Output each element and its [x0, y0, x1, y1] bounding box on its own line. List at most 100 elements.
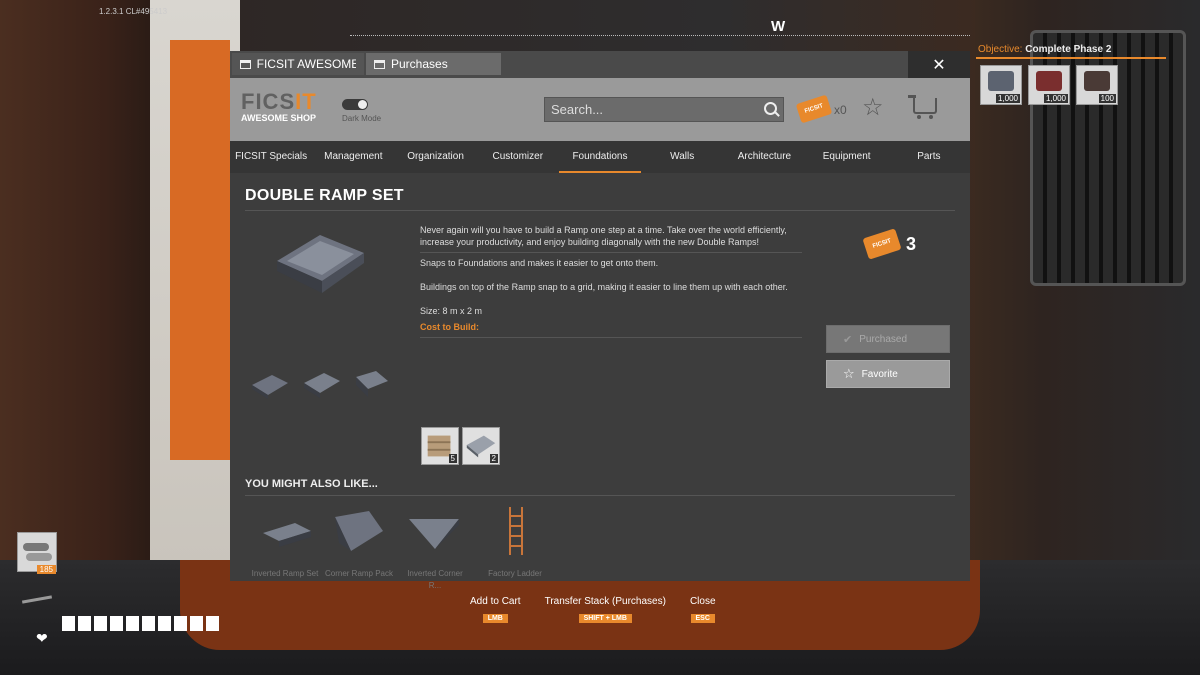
hotbar-item: 185 — [17, 532, 57, 574]
health-heart-icon: ❤ — [36, 630, 48, 646]
favorite-button[interactable]: ☆ Favorite — [826, 360, 950, 388]
toggle-knob — [358, 100, 367, 109]
description-text: Never again will you have to build a Ram… — [420, 225, 787, 247]
purchased-button[interactable]: ✔ Purchased — [826, 325, 950, 353]
hint-key: LMB — [482, 614, 508, 623]
objective-item: 100 — [1076, 65, 1118, 105]
recommend-item-inverted-corner-ramp[interactable]: Inverted Corner R... — [400, 507, 470, 592]
recommend-title: YOU MIGHT ALSO LIKE... — [245, 478, 378, 490]
hotbar-count: 185 — [36, 565, 56, 574]
recommend-item-factory-ladder[interactable]: Factory Ladder — [480, 507, 550, 580]
health-segment — [142, 616, 155, 631]
material-count: 2 — [489, 454, 498, 463]
recommend-label: Factory Ladder — [488, 569, 542, 578]
product-title: DOUBLE RAMP SET — [245, 187, 404, 204]
corner-ramp-icon — [335, 511, 383, 551]
tab-awesome-shop[interactable]: FICSIT AWESOME Shop — [232, 53, 364, 75]
star-icon: ☆ — [843, 366, 855, 381]
search-input[interactable]: Search... — [544, 97, 784, 122]
objective-prefix: Objective: — [978, 44, 1023, 55]
recommend-item-inverted-ramp-set[interactable]: Inverted Ramp Set — [250, 507, 320, 580]
ladder-icon — [509, 507, 523, 555]
objective-item-count: 100 — [1098, 94, 1116, 103]
product-description: Never again will you have to build a Ram… — [420, 224, 802, 342]
hint-close: Close ESC — [690, 596, 716, 625]
product-size: Size: 8 m x 2 m — [420, 306, 483, 316]
divider — [420, 252, 802, 253]
hint-label: Add to Cart — [470, 596, 521, 607]
health-segment — [190, 616, 203, 631]
hint-transfer-stack: Transfer Stack (Purchases) SHIFT + LMB — [545, 596, 666, 625]
material-count: 5 — [448, 454, 457, 463]
ficsit-logo: FICSIT AWESOME SHOP — [241, 89, 317, 124]
product-thumbnail[interactable] — [302, 369, 342, 401]
shop-header: FICSIT AWESOME SHOP Dark Mode Search... … — [230, 78, 970, 141]
search-icon[interactable] — [764, 102, 777, 115]
coupon-icon: FICSIT — [862, 228, 902, 260]
dark-mode-label: Dark Mode — [342, 114, 382, 123]
description-text: Snaps to Foundations and makes it easier… — [420, 258, 659, 268]
hint-label: Transfer Stack (Purchases) — [544, 596, 666, 607]
window-icon — [374, 59, 385, 69]
coupon-icon: FICSIT — [795, 94, 833, 124]
search-placeholder: Search... — [551, 102, 604, 117]
tab-label: FICSIT AWESOME Shop — [256, 57, 356, 71]
cost-label: Cost to Build: — [420, 322, 479, 332]
tab-walls[interactable]: Walls — [641, 141, 723, 173]
computer-icon — [1084, 71, 1110, 91]
tab-architecture[interactable]: Architecture — [723, 141, 805, 173]
divider — [245, 210, 955, 211]
coupon-count: x0 — [834, 103, 847, 117]
tab-purchases[interactable]: Purchases — [366, 53, 501, 75]
cart-icon[interactable] — [908, 95, 937, 119]
product-detail: DOUBLE RAMP SET Never again will you hav… — [230, 173, 970, 590]
compass-bar — [350, 35, 970, 37]
recommend-label: Inverted Ramp Set — [251, 569, 319, 578]
hint-key: SHIFT + LMB — [578, 614, 632, 623]
key-hints: Add to Cart LMB Transfer Stack (Purchases… — [470, 596, 716, 625]
health-segment — [78, 616, 91, 631]
health-segment — [174, 616, 187, 631]
objective-name: Complete Phase 2 — [1025, 44, 1112, 55]
shop-window: FICSIT AWESOME Shop Purchases ✕ FICSIT A… — [230, 51, 970, 590]
logo-ficsit: FICS — [241, 89, 296, 114]
material-iron-plate: 2 — [462, 427, 500, 465]
divider — [420, 337, 802, 338]
favorite-label: Favorite — [861, 368, 898, 380]
objective-item: 1,000 — [1028, 65, 1070, 105]
dark-mode-toggle[interactable] — [342, 99, 368, 110]
window-icon — [240, 59, 251, 69]
favorites-star-icon[interactable]: ☆ — [862, 96, 884, 120]
product-price: 3 — [906, 234, 917, 254]
tab-equipment[interactable]: Equipment — [806, 141, 888, 173]
close-button[interactable]: ✕ — [908, 51, 970, 78]
tab-customizer[interactable]: Customizer — [477, 141, 559, 173]
product-thumbnail[interactable] — [352, 367, 392, 399]
material-concrete: 5 — [421, 427, 459, 465]
objective-item-count: 1,000 — [995, 94, 1020, 103]
recommend-item-corner-ramp-pack[interactable]: Corner Ramp Pack — [324, 507, 394, 580]
billboard-coupon-art — [170, 40, 230, 460]
divider — [245, 495, 955, 496]
version-label: 1.2.3.1 CL#495413 — [99, 7, 168, 16]
tab-foundations[interactable]: Foundations — [558, 141, 642, 173]
tab-management[interactable]: Management — [312, 141, 394, 173]
health-segment — [62, 616, 75, 631]
tab-label: Purchases — [391, 57, 448, 71]
purchased-label: Purchased — [859, 333, 908, 345]
recommend-label: Inverted Corner R... — [407, 569, 463, 590]
compass-heading: W — [771, 18, 786, 35]
tab-ficsit-specials[interactable]: FICSIT Specials — [230, 141, 312, 173]
health-segment — [158, 616, 171, 631]
product-thumbnail[interactable] — [250, 371, 290, 403]
hint-add-to-cart: Add to Cart LMB — [470, 596, 521, 625]
objective-item-count: 1,000 — [1043, 94, 1068, 103]
tab-organization[interactable]: Organization — [394, 141, 476, 173]
recommend-label: Corner Ramp Pack — [324, 569, 394, 578]
check-icon: ✔ — [843, 333, 853, 346]
hint-key: ESC — [690, 614, 715, 623]
tab-parts[interactable]: Parts — [888, 141, 970, 173]
motor-icon — [1036, 71, 1062, 91]
inverted-corner-ramp-icon — [409, 519, 459, 549]
health-segment — [110, 616, 123, 631]
